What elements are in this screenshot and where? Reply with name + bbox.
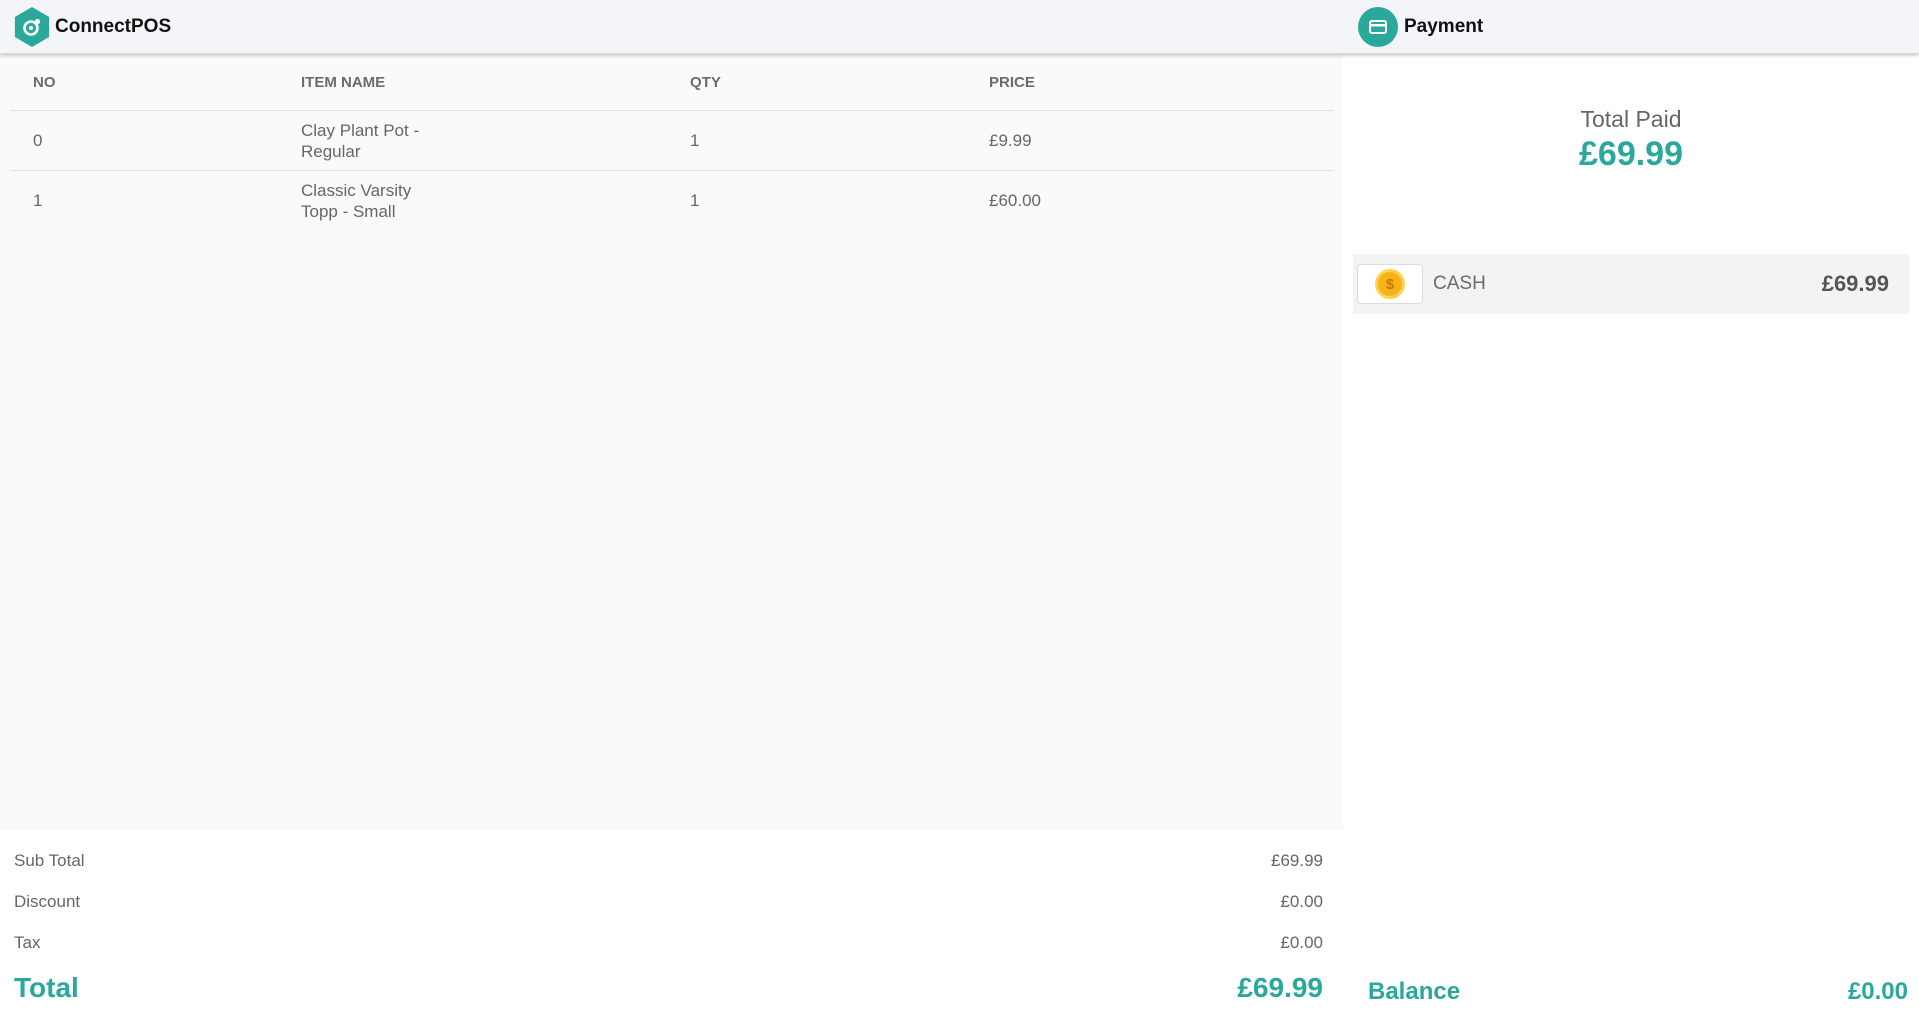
- discount-label: Discount: [14, 892, 81, 911]
- row-qty: 1: [690, 130, 700, 150]
- brand: ConnectPOS: [13, 7, 171, 47]
- tax-label: Tax: [14, 933, 41, 952]
- table-row: 1 Classic Varsity Topp - Small 1 £60.00: [10, 171, 1334, 231]
- row-item-name: Clay Plant Pot - Regular: [301, 120, 690, 162]
- balance-row: Balance £0.00: [1368, 978, 1908, 1006]
- row-item-name: Classic Varsity Topp - Small: [301, 180, 690, 222]
- item-name-line: Classic Varsity: [301, 181, 412, 200]
- connectpos-logo-icon: [14, 7, 50, 47]
- total-label: Total: [14, 972, 79, 1003]
- total-paid-value: £69.99: [1579, 135, 1683, 173]
- row-no: 0: [33, 130, 43, 150]
- row-no: 1: [33, 191, 43, 210]
- total-value: £69.99: [1237, 972, 1323, 1003]
- payment-method-amount: £69.99: [1821, 271, 1889, 296]
- tax-row: Tax £0.00: [14, 933, 1323, 953]
- order-panel: NO ITEM NAME QTY PRICE 0 Clay Plant Pot …: [0, 54, 1343, 1026]
- subtotal-row: Sub Total £69.99: [14, 851, 1323, 871]
- discount-row: Discount £0.00: [14, 892, 1323, 912]
- discount-value: £0.00: [1280, 892, 1323, 911]
- order-table: NO ITEM NAME QTY PRICE 0 Clay Plant Pot …: [10, 54, 1334, 231]
- total-paid-label: Total Paid: [1580, 106, 1682, 132]
- order-totals: Sub Total £69.99 Discount £0.00 Tax £0.0…: [0, 830, 1343, 1026]
- total-row: Total £69.99: [14, 972, 1323, 1004]
- row-price: £9.99: [989, 130, 1032, 150]
- table-header: NO ITEM NAME QTY PRICE: [10, 54, 1334, 111]
- row-qty: 1: [690, 191, 700, 210]
- order-items-area: NO ITEM NAME QTY PRICE 0 Clay Plant Pot …: [0, 54, 1343, 830]
- payment-method-name: CASH: [1433, 273, 1486, 294]
- cash-icon-box: $: [1357, 264, 1423, 304]
- subtotal-label: Sub Total: [14, 851, 85, 870]
- brand-name: ConnectPOS: [55, 16, 172, 37]
- row-price: £60.00: [989, 191, 1041, 210]
- pos-app: ConnectPOS Payment NO ITEM NAME QTY PRIC…: [0, 0, 1919, 1026]
- subtotal-value: £69.99: [1271, 851, 1323, 870]
- item-name-line: Topp - Small: [301, 202, 396, 221]
- payment-title: Payment: [1358, 7, 1483, 47]
- balance-label: Balance: [1368, 978, 1461, 1005]
- coin-icon: $: [1375, 269, 1405, 299]
- column-header-item-name: ITEM NAME: [301, 73, 386, 91]
- payment-panel: Total Paid £69.99 $ CASH £69.99 Balance …: [1343, 54, 1919, 1026]
- credit-card-icon: [1358, 7, 1398, 47]
- item-name-line: Clay Plant Pot -: [301, 120, 420, 140]
- column-header-no: NO: [33, 73, 56, 91]
- payment-title-label: Payment: [1404, 16, 1484, 37]
- total-paid: Total Paid £69.99: [1343, 106, 1919, 174]
- table-row: 0 Clay Plant Pot - Regular 1 £9.99: [10, 111, 1334, 171]
- balance-value: £0.00: [1847, 978, 1908, 1005]
- tax-value: £0.00: [1280, 933, 1323, 952]
- column-header-price: PRICE: [989, 73, 1035, 91]
- item-name-line: Regular: [301, 141, 361, 161]
- top-header: ConnectPOS Payment: [0, 0, 1919, 54]
- payment-method-cash[interactable]: $ CASH £69.99: [1353, 254, 1909, 314]
- column-header-qty: QTY: [690, 73, 721, 91]
